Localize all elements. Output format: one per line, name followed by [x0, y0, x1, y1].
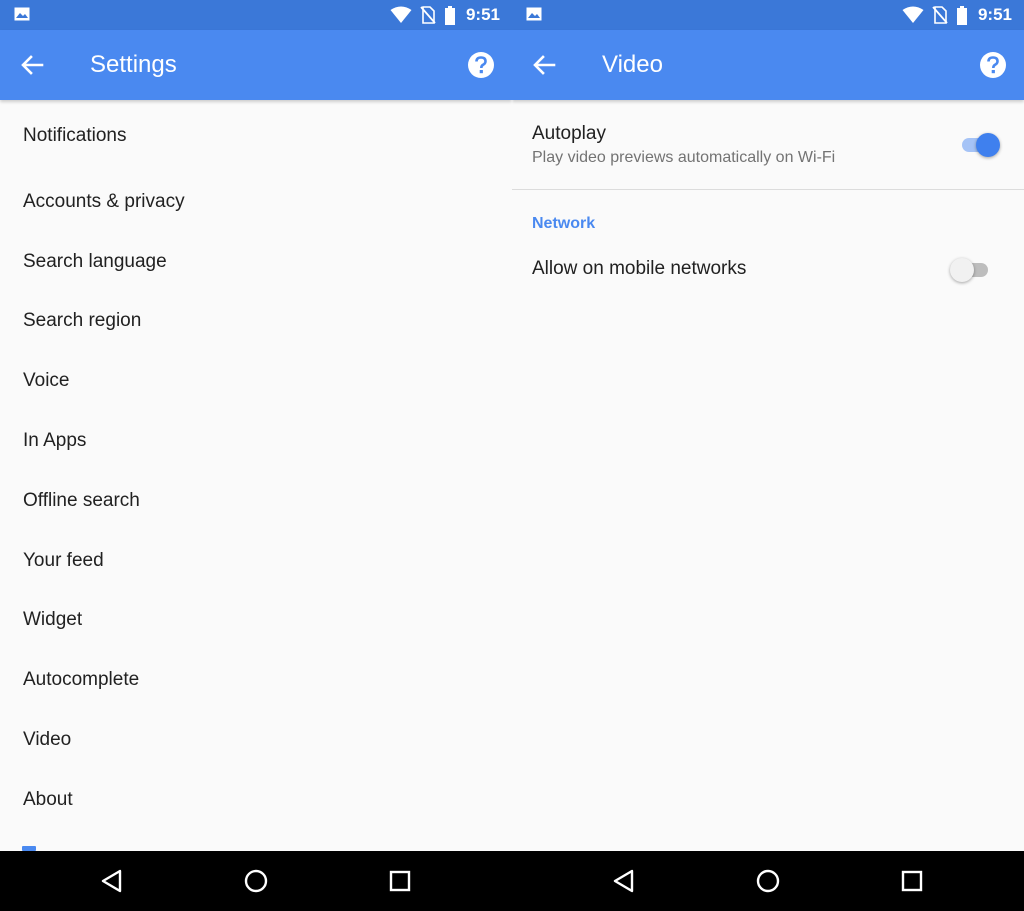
settings-item-your-feed[interactable]: Your feed: [0, 531, 512, 591]
settings-item-search-region[interactable]: Search region: [0, 292, 512, 352]
settings-item-notifications[interactable]: Notifications: [0, 100, 512, 172]
settings-item-video[interactable]: Video: [0, 710, 512, 770]
autoplay-label: Autoplay: [532, 123, 606, 144]
battery-icon: [444, 5, 455, 25]
app-bar: Video: [512, 30, 1024, 100]
page-title: Settings: [90, 51, 177, 78]
gallery-icon: [14, 7, 30, 21]
settings-item-in-apps[interactable]: In Apps: [0, 411, 512, 471]
toggle-thumb: [950, 258, 974, 282]
back-triangle-icon[interactable]: [98, 867, 126, 895]
settings-screen: 9:51 Settings Notifications Accounts & p…: [0, 0, 512, 851]
toggle-thumb: [976, 133, 1000, 157]
status-bar: 9:51: [512, 0, 1024, 30]
page-title: Video: [602, 51, 663, 78]
home-circle-icon[interactable]: [242, 867, 270, 895]
mobile-networks-label: Allow on mobile networks: [532, 258, 747, 279]
gallery-icon: [526, 7, 542, 21]
back-arrow-icon[interactable]: [530, 51, 558, 79]
battery-icon: [956, 5, 967, 25]
video-screen: 9:51 Video Autoplay Play video previews …: [512, 0, 1024, 851]
network-section-header: Network: [532, 215, 596, 232]
home-circle-icon[interactable]: [754, 867, 782, 895]
settings-item-offline-search[interactable]: Offline search: [0, 471, 512, 531]
help-icon[interactable]: [978, 50, 1008, 80]
back-triangle-icon[interactable]: [610, 867, 638, 895]
mobile-networks-row[interactable]: Allow on mobile networks: [512, 248, 1024, 292]
recents-square-icon[interactable]: [898, 867, 926, 895]
navigation-bar: [0, 851, 1024, 911]
no-sim-icon: [932, 6, 948, 24]
settings-item-about[interactable]: About: [0, 770, 512, 830]
status-bar: 9:51: [0, 0, 512, 30]
settings-item-widget[interactable]: Widget: [0, 591, 512, 651]
app-bar: Settings: [0, 30, 512, 100]
wifi-icon: [902, 6, 924, 23]
settings-item-voice[interactable]: Voice: [0, 351, 512, 411]
autoplay-summary: Play video previews automatically on Wi-…: [532, 149, 836, 166]
settings-list: Notifications Accounts & privacy Search …: [0, 100, 512, 830]
back-arrow-icon[interactable]: [18, 51, 46, 79]
autoplay-toggle[interactable]: [958, 130, 1002, 160]
mobile-networks-toggle[interactable]: [950, 255, 994, 285]
status-time: 9:51: [465, 5, 500, 24]
settings-item-search-language[interactable]: Search language: [0, 232, 512, 292]
wifi-icon: [390, 6, 412, 23]
video-settings: Autoplay Play video previews automatical…: [512, 100, 1024, 851]
recents-square-icon[interactable]: [386, 867, 414, 895]
settings-item-autocomplete[interactable]: Autocomplete: [0, 650, 512, 710]
autoplay-row[interactable]: Autoplay Play video previews automatical…: [512, 100, 1024, 190]
no-sim-icon: [420, 6, 436, 24]
settings-item-accounts-privacy[interactable]: Accounts & privacy: [0, 172, 512, 232]
help-icon[interactable]: [466, 50, 496, 80]
status-time: 9:51: [977, 5, 1012, 24]
